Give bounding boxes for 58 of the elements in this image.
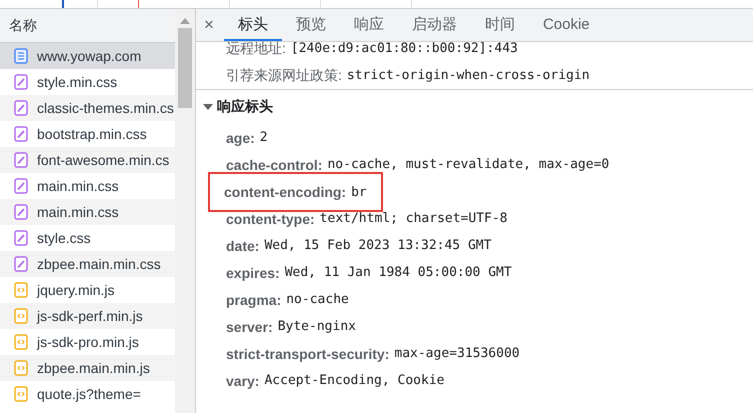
tab[interactable]: 标头 [224, 9, 282, 41]
header-name: server: [226, 318, 273, 334]
header-value: no-cache [286, 292, 349, 307]
header-name: expires: [226, 264, 280, 280]
header-name: 远程地址: [226, 40, 286, 58]
pencil-icon [14, 74, 28, 90]
header-name: content-type: [226, 210, 315, 226]
pencil-icon [14, 178, 28, 194]
header-value: Byte-nginx [278, 319, 356, 334]
section-title[interactable]: 响应标头 [217, 98, 273, 116]
header-value: [240e:d9:ac01:80::b00:92]:443 [290, 41, 518, 56]
header-name: strict-transport-security: [226, 346, 390, 362]
header-value: text/html; charset=UTF-8 [320, 211, 508, 226]
tab[interactable]: Cookie [528, 9, 604, 41]
request-row[interactable]: main.min.css [0, 199, 175, 225]
tab[interactable]: 响应 [340, 9, 398, 41]
header-name: 引荐来源网址政策: [226, 66, 342, 84]
header-value: strict-origin-when-cross-origin [346, 68, 590, 83]
code-icon [14, 308, 28, 324]
request-row[interactable]: www.yowap.com [0, 43, 175, 69]
request-row[interactable]: js-sdk-perf.min.js [0, 303, 175, 329]
close-button[interactable]: × [204, 15, 214, 35]
header-value: Wed, 15 Feb 2023 13:32:45 GMT [264, 238, 492, 253]
code-icon [14, 386, 28, 402]
request-row[interactable]: zbpee.main.min.css [0, 251, 175, 277]
pencil-icon [14, 126, 28, 142]
header-value: Accept-Encoding, Cookie [264, 373, 444, 388]
request-row[interactable]: classic-themes.min.cs [0, 95, 175, 121]
pencil-icon [14, 100, 28, 116]
header-value: max-age=31536000 [394, 346, 520, 361]
header-value: Wed, 11 Jan 1984 05:00:00 GMT [284, 265, 512, 280]
header-value: 2 [260, 130, 268, 145]
scrollbar[interactable] [175, 9, 195, 413]
pencil-icon [14, 230, 28, 246]
header-value: br [351, 184, 367, 200]
scroll-thumb[interactable] [178, 28, 192, 108]
header-name: date: [226, 238, 260, 254]
header-name: cache-control: [226, 156, 322, 172]
column-header[interactable]: 名称 [9, 16, 37, 34]
code-icon [14, 360, 28, 376]
request-row[interactable]: font-awesome.min.cs [0, 147, 175, 173]
triangle-down-icon[interactable] [203, 102, 213, 112]
document-icon [14, 48, 28, 64]
tab[interactable]: 启动器 [398, 9, 471, 41]
header-name: age: [226, 130, 255, 146]
header-name: content-encoding: [224, 184, 346, 200]
pencil-icon [14, 204, 28, 220]
header-name: vary: [226, 372, 260, 388]
tab[interactable]: 预览 [282, 9, 340, 41]
code-icon [14, 334, 28, 350]
pencil-icon [14, 256, 28, 272]
header-value: no-cache, must-revalidate, max-age=0 [327, 157, 610, 172]
pencil-icon [14, 152, 28, 168]
code-icon [14, 282, 28, 298]
header-name: pragma: [226, 292, 282, 308]
tab[interactable]: 时间 [470, 9, 529, 41]
request-row[interactable]: zbpee.main.min.js [0, 355, 175, 381]
scroll-up-icon[interactable] [180, 18, 190, 24]
